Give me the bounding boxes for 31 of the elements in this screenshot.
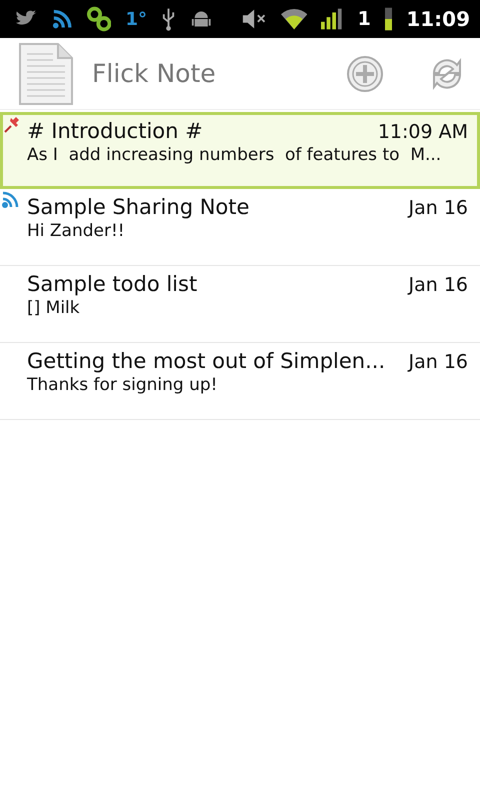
app-title: Flick Note xyxy=(92,59,217,88)
note-title: Getting the most out of Simplen... xyxy=(27,349,386,373)
note-title: Sample Sharing Note xyxy=(27,195,250,219)
note-title: Sample todo list xyxy=(27,272,198,296)
note-title: # Introduction # xyxy=(27,119,204,143)
feed-icon xyxy=(1,191,19,209)
note-preview: [] Milk xyxy=(27,298,81,318)
feed-icon xyxy=(52,8,74,30)
note-date: Jan 16 xyxy=(408,196,468,219)
add-button[interactable] xyxy=(346,54,384,92)
temperature: 1° xyxy=(125,8,147,30)
note-date: 11:09 AM xyxy=(378,120,468,143)
sim-number: 1 xyxy=(358,8,371,30)
note-preview: Thanks for signing up! xyxy=(27,375,218,395)
muted-speaker-icon xyxy=(240,8,267,30)
usb-icon xyxy=(160,6,176,32)
battery-icon xyxy=(384,7,392,31)
rings-icon xyxy=(87,6,112,32)
pin-icon xyxy=(4,117,20,133)
note-item[interactable]: Sample todo list Jan 16 [] Milk xyxy=(0,266,480,343)
note-item[interactable]: # Introduction # 11:09 AM As I add increasing numbers of features to M... xyxy=(0,112,480,189)
clock: 11:09 xyxy=(406,7,470,31)
wifi-icon xyxy=(280,8,308,30)
signal-icon xyxy=(321,8,344,30)
note-date: Jan 16 xyxy=(408,273,468,296)
note-preview: Hi Zander!! xyxy=(27,221,126,241)
document-icon xyxy=(18,42,74,106)
note-item[interactable]: Getting the most out of Simplen... Jan 16 Thanks for signing up! xyxy=(0,343,480,420)
note-item[interactable]: Sample Sharing Note Jan 16 Hi Zander!! xyxy=(0,189,480,266)
note-date: Jan 16 xyxy=(408,350,468,373)
note-preview: As I add increasing numbers of features to M... xyxy=(27,145,442,165)
